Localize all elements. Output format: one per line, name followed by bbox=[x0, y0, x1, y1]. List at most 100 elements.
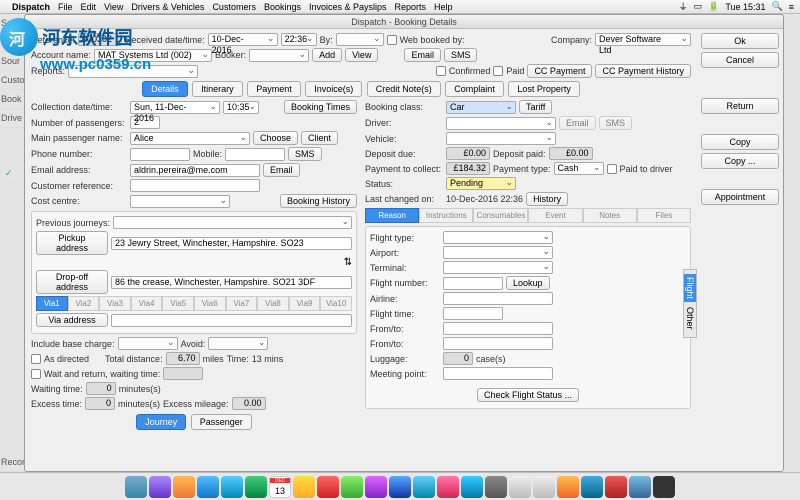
confirmed-check[interactable] bbox=[436, 66, 446, 76]
via7-tab[interactable]: Via7 bbox=[226, 296, 258, 311]
menu-file[interactable]: File bbox=[58, 2, 73, 12]
copy-button[interactable]: Copy bbox=[701, 134, 779, 150]
cc-history-button[interactable]: CC Payment History bbox=[595, 64, 691, 78]
dock-music-icon[interactable] bbox=[437, 476, 459, 498]
collection-time[interactable]: 10:35 bbox=[223, 101, 259, 114]
menu-reports[interactable]: Reports bbox=[395, 2, 427, 12]
collection-date[interactable]: Sun, 11-Dec-2016 bbox=[130, 101, 220, 114]
tariff-button[interactable]: Tariff bbox=[519, 100, 552, 114]
airline-input[interactable] bbox=[443, 292, 553, 305]
wait-return-input[interactable] bbox=[163, 367, 203, 380]
copyx-button[interactable]: Copy ... bbox=[701, 153, 779, 169]
lookup-button[interactable]: Lookup bbox=[506, 276, 550, 290]
sidetab-flight[interactable]: Flight bbox=[684, 274, 696, 302]
sidetab-other[interactable]: Other bbox=[684, 304, 696, 333]
via10-tab[interactable]: Via10 bbox=[320, 296, 352, 311]
tab-itinerary[interactable]: Itinerary bbox=[192, 81, 243, 97]
via8-tab[interactable]: Via8 bbox=[257, 296, 289, 311]
luggage-value[interactable]: 0 bbox=[443, 352, 473, 365]
airplay-icon[interactable]: ▭ bbox=[694, 1, 703, 12]
wait-return-check[interactable] bbox=[31, 369, 41, 379]
journey-tab[interactable]: Journey bbox=[136, 414, 186, 430]
phone-input[interactable] bbox=[130, 148, 190, 161]
dock-appstore-icon[interactable] bbox=[461, 476, 483, 498]
subtab-notes[interactable]: Notes bbox=[583, 208, 637, 223]
subtab-files[interactable]: Files bbox=[637, 208, 691, 223]
web-booked-check[interactable] bbox=[387, 35, 397, 45]
menu-invoices[interactable]: Invoices & Payslips bbox=[309, 2, 387, 12]
dock-mail-icon[interactable] bbox=[221, 476, 243, 498]
received-date[interactable]: 10-Dec-2016 bbox=[208, 33, 278, 46]
pickup-button[interactable]: Pickup address bbox=[36, 231, 108, 255]
via2-tab[interactable]: Via2 bbox=[68, 296, 100, 311]
subtab-instructions[interactable]: Instructions bbox=[419, 208, 473, 223]
check-flight-button[interactable]: Check Flight Status ... bbox=[477, 388, 579, 402]
dock-4dserver-icon[interactable] bbox=[533, 476, 555, 498]
dock-safari-icon[interactable] bbox=[197, 476, 219, 498]
pax-sms-button[interactable]: SMS bbox=[288, 147, 322, 161]
account-select[interactable]: MAT Systems Ltd (002) bbox=[94, 49, 212, 62]
via3-tab[interactable]: Via3 bbox=[99, 296, 131, 311]
dock-generic1-icon[interactable] bbox=[581, 476, 603, 498]
dock-maps-icon[interactable] bbox=[341, 476, 363, 498]
airport-select[interactable] bbox=[443, 246, 553, 259]
flight-num-input[interactable] bbox=[443, 277, 503, 290]
menu-customers[interactable]: Customers bbox=[212, 2, 256, 12]
flight-type-select[interactable] bbox=[443, 231, 553, 244]
dock-settings-icon[interactable] bbox=[485, 476, 507, 498]
meeting-input[interactable] bbox=[443, 367, 553, 380]
booking-history-button[interactable]: Booking History bbox=[280, 194, 357, 208]
email-button[interactable]: Email bbox=[404, 48, 441, 62]
driver-select[interactable] bbox=[446, 117, 556, 130]
tab-credit[interactable]: Credit Note(s) bbox=[367, 81, 441, 97]
client-button[interactable]: Client bbox=[301, 131, 338, 145]
status-select[interactable]: Pending bbox=[446, 177, 516, 190]
dropoff-input[interactable]: 86 the crease, Winchester, Hampshire. SO… bbox=[111, 276, 352, 289]
dock-generic3-icon[interactable] bbox=[629, 476, 651, 498]
excess-mile-value[interactable]: 0.00 bbox=[232, 397, 266, 410]
fromto2-input[interactable] bbox=[443, 337, 553, 350]
paytype-select[interactable]: Cash bbox=[554, 162, 604, 175]
dock-serv-icon[interactable] bbox=[653, 476, 675, 498]
paid-check[interactable] bbox=[493, 66, 503, 76]
via5-tab[interactable]: Via5 bbox=[162, 296, 194, 311]
via-address-button[interactable]: Via address bbox=[36, 313, 108, 327]
menu-view[interactable]: View bbox=[104, 2, 123, 12]
ok-button[interactable]: Ok bbox=[701, 33, 779, 49]
booking-times-button[interactable]: Booking Times bbox=[284, 100, 357, 114]
menu-edit[interactable]: Edit bbox=[81, 2, 97, 12]
notification-icon[interactable]: ≡ bbox=[789, 2, 794, 12]
tab-payment[interactable]: Payment bbox=[247, 81, 301, 97]
subtab-consumables[interactable]: Consumables bbox=[473, 208, 528, 223]
dock-launchpad-icon[interactable] bbox=[173, 476, 195, 498]
dock-contacts-icon[interactable] bbox=[245, 476, 267, 498]
dock-calendar-icon[interactable]: DEC13 bbox=[269, 476, 291, 498]
passenger-tab[interactable]: Passenger bbox=[191, 414, 252, 430]
status-history-button[interactable]: History bbox=[526, 192, 568, 206]
dock-messages-icon[interactable] bbox=[389, 476, 411, 498]
wifi-icon[interactable]: ⏚ bbox=[679, 0, 688, 13]
vehicle-select[interactable] bbox=[446, 132, 556, 145]
dock-generic2-icon[interactable] bbox=[605, 476, 627, 498]
flight-time-input[interactable] bbox=[443, 307, 503, 320]
clock[interactable]: Tue 15:31 bbox=[725, 2, 765, 12]
paid-driver-check[interactable] bbox=[607, 164, 617, 174]
reports-select[interactable] bbox=[68, 65, 198, 78]
menu-help[interactable]: Help bbox=[434, 2, 453, 12]
mobile-input[interactable] bbox=[225, 148, 285, 161]
subtab-event[interactable]: Event bbox=[528, 208, 582, 223]
received-time[interactable]: 22:36 bbox=[281, 33, 317, 46]
choose-button[interactable]: Choose bbox=[253, 131, 298, 145]
fromto-input[interactable] bbox=[443, 322, 553, 335]
custref-input[interactable] bbox=[130, 179, 260, 192]
appointment-button[interactable]: Appointment bbox=[701, 189, 779, 205]
view-button[interactable]: View bbox=[345, 48, 378, 62]
subtab-reason[interactable]: Reason bbox=[365, 208, 419, 223]
via-input[interactable] bbox=[111, 314, 352, 327]
tab-invoice[interactable]: Invoice(s) bbox=[305, 81, 362, 97]
as-directed-check[interactable] bbox=[31, 354, 41, 364]
main-passenger-input[interactable]: Alice bbox=[130, 132, 250, 145]
by-select[interactable] bbox=[336, 33, 384, 46]
app-name[interactable]: Dispatch bbox=[12, 2, 50, 12]
swap-icon[interactable]: ⇅ bbox=[344, 257, 352, 268]
